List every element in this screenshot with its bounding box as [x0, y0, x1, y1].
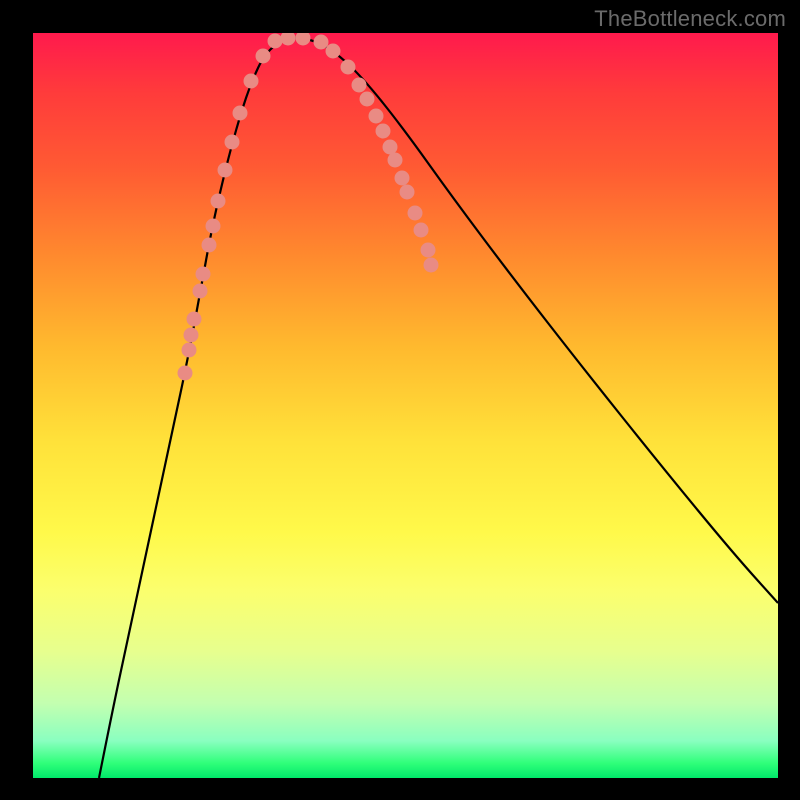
data-point [182, 343, 197, 358]
data-point [395, 171, 410, 186]
data-point [341, 60, 356, 75]
data-point [206, 219, 221, 234]
data-point [376, 124, 391, 139]
data-point [352, 78, 367, 93]
data-points-group [178, 33, 439, 381]
data-point [244, 74, 259, 89]
data-point [256, 49, 271, 64]
data-point [225, 135, 240, 150]
bottleneck-curve [99, 38, 778, 778]
data-point [314, 35, 329, 50]
data-point [414, 223, 429, 238]
watermark-text: TheBottleneck.com [594, 6, 786, 32]
data-point [193, 284, 208, 299]
data-point [421, 243, 436, 258]
data-point [369, 109, 384, 124]
data-point [424, 258, 439, 273]
data-point [268, 34, 283, 49]
data-point [178, 366, 193, 381]
data-point [281, 33, 296, 46]
data-point [211, 194, 226, 209]
chart-frame: TheBottleneck.com [0, 0, 800, 800]
data-point [326, 44, 341, 59]
data-point [388, 153, 403, 168]
data-point [360, 92, 375, 107]
data-point [400, 185, 415, 200]
data-point [233, 106, 248, 121]
data-point [408, 206, 423, 221]
data-point [296, 33, 311, 46]
data-point [202, 238, 217, 253]
data-point [196, 267, 211, 282]
data-point [383, 140, 398, 155]
data-point [184, 328, 199, 343]
data-point [218, 163, 233, 178]
chart-overlay [33, 33, 778, 778]
data-point [187, 312, 202, 327]
